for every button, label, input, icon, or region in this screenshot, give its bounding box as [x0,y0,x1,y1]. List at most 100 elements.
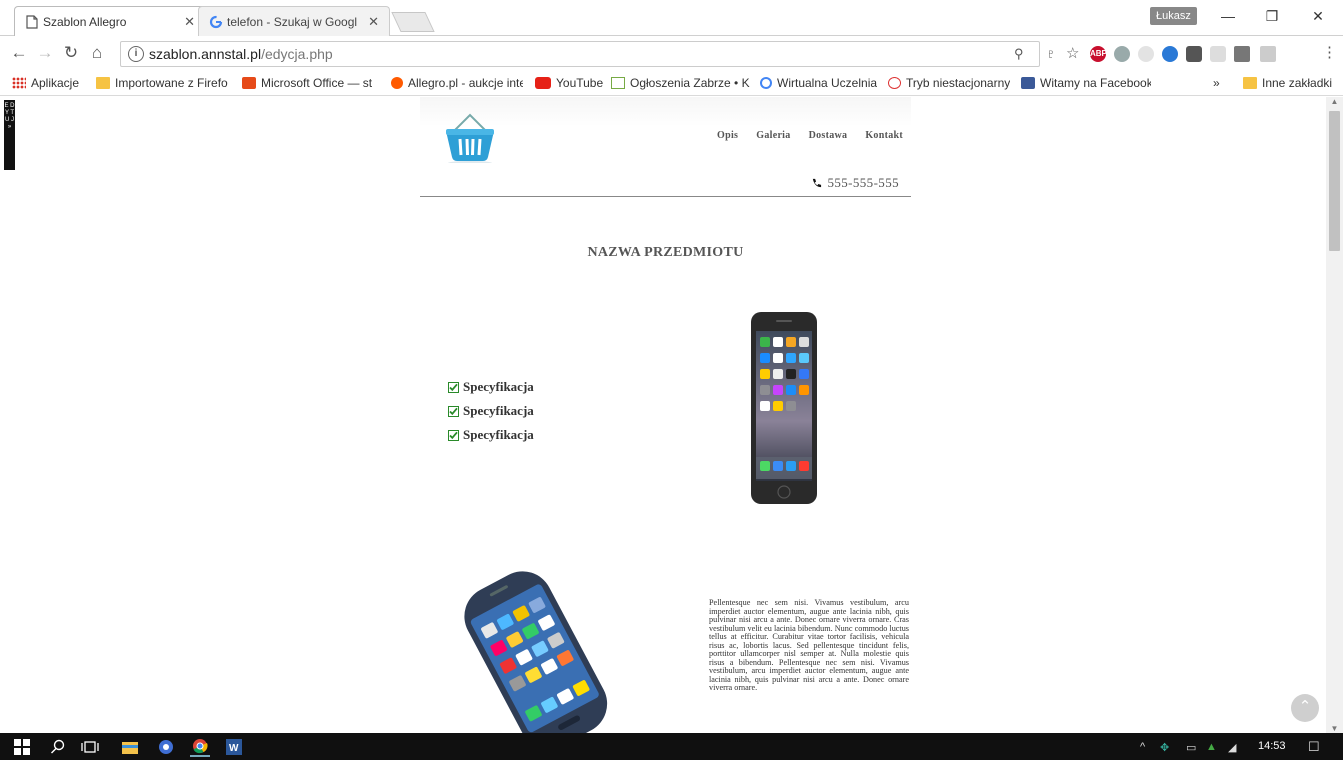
spec-list: Specyfikacja Specyfikacja Specyfikacja [448,375,534,447]
iphone-image [751,312,817,504]
address-bar[interactable]: i szablon.annstal.pl/edycja.php [120,41,1040,67]
notifications-icon[interactable]: ☐ [1308,739,1320,755]
nav-link-kontakt[interactable]: Kontakt [865,130,903,141]
red-circle-icon [888,77,901,89]
close-tab-icon[interactable]: ✕ [368,14,379,30]
extension-icon[interactable] [1260,46,1276,62]
chrome-taskbar-icon[interactable] [190,737,210,757]
item-title: NAZWA PRZEDMIOTU [587,245,744,260]
folder-icon [96,77,110,89]
close-window-icon[interactable]: ✕ [1303,8,1333,28]
phone-icon [813,178,822,187]
google-icon [760,77,772,89]
site-navigation: Opis Galeria Dostawa Kontakt [717,130,903,141]
menu-icon[interactable]: ⋮ [1322,43,1337,61]
show-hidden-icons-icon[interactable]: ^ [1140,741,1145,753]
home-icon[interactable]: ⌂ [86,42,108,64]
bookmarks-bar: Aplikacje Importowane z Firefo Microsoft… [0,70,1343,96]
page-header: Opis Galeria Dostawa Kontakt 555-555-555 [420,97,911,197]
nav-link-dostawa[interactable]: Dostawa [809,130,848,141]
wifi-icon[interactable]: ◢ [1228,741,1236,754]
url-path: /edycja.php [261,46,333,62]
app-icon[interactable] [156,737,176,757]
facebook-icon [1021,77,1035,89]
scrollbar-thumb[interactable] [1329,111,1340,251]
office-icon [242,77,256,89]
checkbox-checked-icon [448,429,459,441]
task-view-icon[interactable] [80,737,100,757]
word-icon[interactable]: W [224,737,244,757]
spec-item: Specyfikacja [448,399,534,423]
bookmark-other[interactable]: Inne zakładki [1243,75,1332,91]
browser-toolbar: ← → ↻ ⌂ i szablon.annstal.pl/edycja.php … [0,36,1343,70]
product-description: Pellentesque nec sem nisi. Vivamus vesti… [709,598,909,693]
back-icon[interactable]: ← [8,42,30,64]
olx-icon [611,77,625,89]
bookmark-facebook[interactable]: Witamy na Facebooku [1021,75,1151,91]
apps-grid-icon [12,77,26,89]
windows-taskbar: W ^ ✥ ▭ ▲ ◢ 14:53 ☐ [0,733,1343,760]
spec-item: Specyfikacja [448,375,534,399]
extension-icon[interactable] [1210,46,1226,62]
nav-link-galeria[interactable]: Galeria [756,130,790,141]
star-bookmark-icon[interactable]: ☆ [1066,44,1079,62]
info-icon[interactable]: i [128,46,144,62]
bookmark-office[interactable]: Microsoft Office — st [242,75,388,91]
search-icon[interactable] [48,737,68,757]
bookmark-olx[interactable]: Ogłoszenia Zabrze • K [611,75,751,91]
file-explorer-icon[interactable] [120,737,140,757]
bookmark-wirtualna-uczelnia[interactable]: Wirtualna Uczelnia [760,75,877,91]
dropbox-icon[interactable] [1138,46,1154,62]
minimize-icon[interactable]: — [1213,8,1243,28]
bookmark-apps[interactable]: Aplikacje [12,75,79,91]
spec-item: Specyfikacja [448,423,534,447]
tab-title: Szablon Allegro [43,14,127,29]
dropbox-tray-icon[interactable]: ✥ [1160,741,1169,754]
checkbox-checked-icon [448,405,459,417]
clock[interactable]: 14:53 [1258,740,1286,752]
adblock-icon[interactable]: ABP [1090,46,1107,62]
scroll-down-arrow-icon[interactable]: ▼ [1326,724,1343,733]
close-tab-icon[interactable]: ✕ [184,14,195,30]
phone-number: 555-555-555 [811,175,899,191]
vertical-scrollbar[interactable]: ▲ ▼ [1326,97,1343,733]
tab-title: telefon - Szukaj w Googl [227,14,358,29]
tab-telefon-google[interactable]: telefon - Szukaj w Googl ✕ [198,6,390,36]
windows-start-icon[interactable] [12,737,32,757]
google-icon [209,15,223,29]
zoom-icon[interactable]: ⚲ [1014,46,1024,62]
extension-icon[interactable] [1114,46,1130,62]
key-icon[interactable]: ♇ [1046,46,1056,61]
allegro-icon [391,77,403,89]
bookmark-folder-imported[interactable]: Importowane z Firefo [96,75,230,91]
page-icon [25,15,39,29]
browser-tab-strip: Szablon Allegro ✕ telefon - Szukaj w Goo… [0,0,1343,36]
scroll-to-top-button[interactable]: ⌃ [1291,694,1319,722]
reload-icon[interactable]: ↻ [60,42,82,64]
battery-icon[interactable]: ▭ [1186,741,1196,754]
forward-icon[interactable]: → [34,42,56,64]
profile-button[interactable]: Łukasz [1150,7,1197,25]
restore-icon[interactable]: ❐ [1257,8,1287,28]
scroll-up-arrow-icon[interactable]: ▲ [1326,97,1343,106]
tab-szablon-allegro[interactable]: Szablon Allegro ✕ [14,6,206,36]
new-tab-button[interactable] [391,12,435,32]
shopping-basket-icon [446,113,494,163]
checkbox-checked-icon [448,381,459,393]
bookmark-allegro[interactable]: Allegro.pl - aukcje inte [391,75,523,91]
chrome-extension-icon[interactable] [1162,46,1178,62]
bookmark-tryb-niestacjonarny[interactable]: Tryb niestacjonarny [888,75,1010,91]
bookmarks-overflow-button[interactable]: » [1213,75,1220,91]
cast-icon[interactable] [1234,46,1250,62]
samsung-galaxy-image [464,571,608,733]
svg-text:W: W [229,743,239,754]
drive-tray-icon[interactable]: ▲ [1206,741,1217,753]
youtube-icon [535,77,551,89]
url-host: szablon.annstal.pl [149,46,262,62]
extension-icon[interactable] [1186,46,1202,62]
bookmark-youtube[interactable]: YouTube [535,75,603,91]
nav-link-opis[interactable]: Opis [717,130,738,141]
allegro-template-page: Opis Galeria Dostawa Kontakt 555-555-555… [420,97,911,733]
edit-toggle-button[interactable]: E D Y T U J » [4,100,15,170]
phone-text: 555-555-555 [827,175,899,190]
